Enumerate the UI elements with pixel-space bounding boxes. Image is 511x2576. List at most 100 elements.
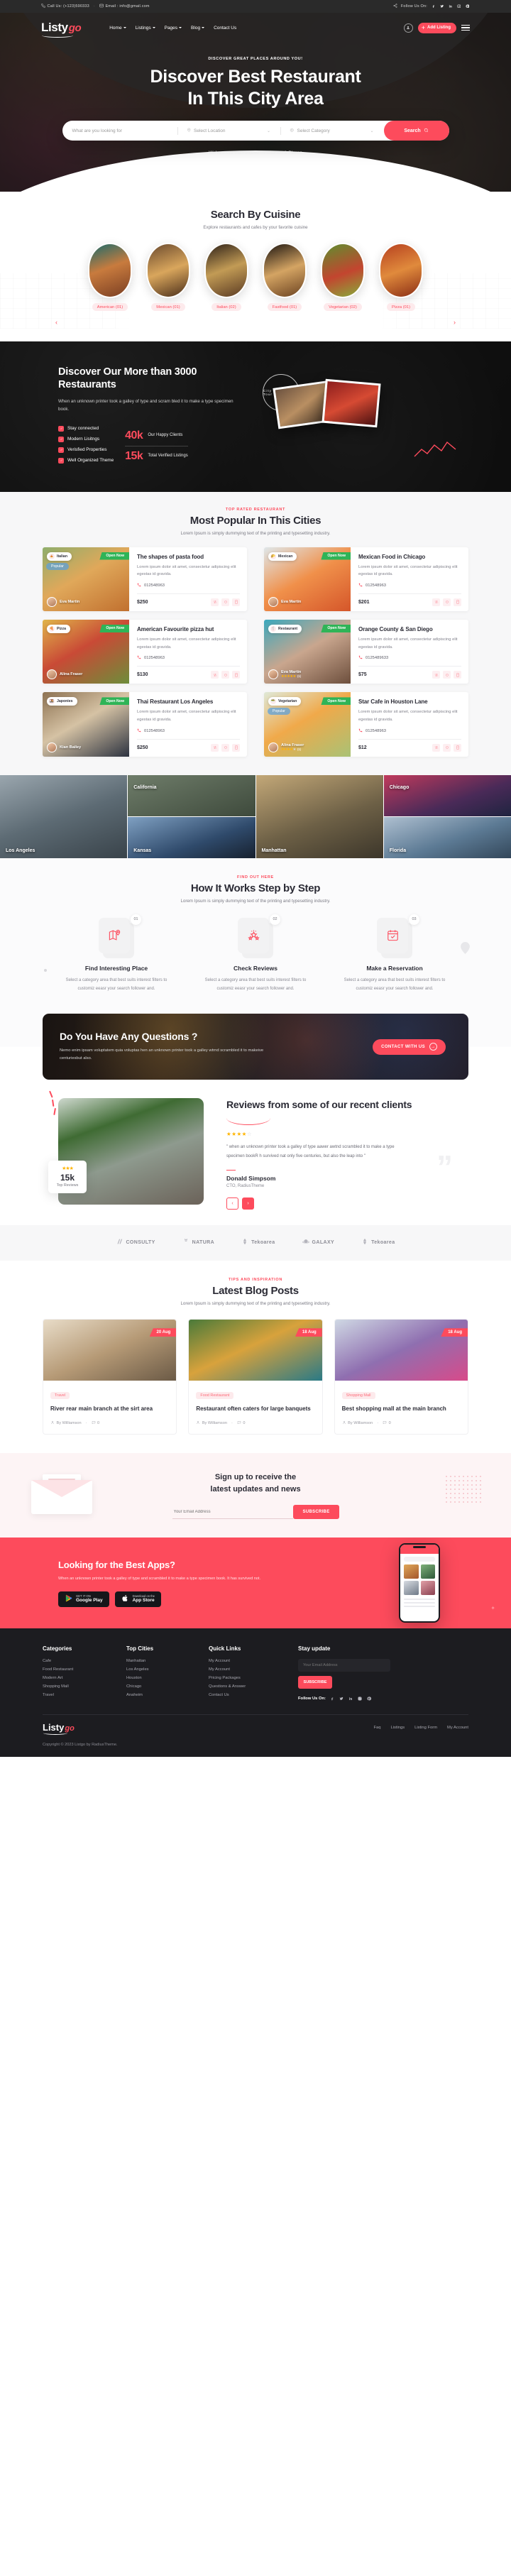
city-card-kansas[interactable]: Kansas	[128, 816, 256, 858]
post-title[interactable]: River rear main branch at the sirt area	[50, 1405, 169, 1413]
favorite-heart-icon[interactable]	[443, 743, 451, 752]
reviews-next-button[interactable]: ›	[242, 1197, 254, 1210]
cuisine-item-vegetarian[interactable]: Vegetarian (02)	[321, 243, 365, 312]
listing-title[interactable]: Star Cafe in Houston Lane	[358, 698, 461, 705]
footer-link[interactable]: Manhattan	[126, 1659, 194, 1663]
bookmark-icon[interactable]	[454, 671, 461, 679]
footer-bottom-link[interactable]: Listing Form	[414, 1726, 437, 1730]
listing-title[interactable]: American Favourite pizza hut	[137, 626, 240, 632]
favorite-heart-icon[interactable]	[221, 671, 229, 679]
favorite-heart-icon[interactable]	[443, 671, 451, 679]
category-pill[interactable]: 🍴 Restaurant	[268, 624, 302, 633]
favorite-heart-icon[interactable]	[221, 743, 229, 752]
cuisine-item-fastfood[interactable]: Fastfood (01)	[263, 243, 307, 312]
instagram-icon[interactable]	[456, 4, 461, 9]
twitter-icon[interactable]	[439, 4, 444, 9]
bookmark-icon[interactable]	[454, 743, 461, 752]
newsletter-email-input[interactable]	[172, 1505, 294, 1520]
listing-phone[interactable]: 012548963	[358, 583, 461, 588]
bookmark-icon[interactable]	[232, 671, 240, 679]
compare-icon[interactable]	[432, 671, 440, 679]
carousel-prev-icon[interactable]: ‹	[55, 319, 57, 326]
cuisine-item-american[interactable]: American (01)	[88, 243, 132, 312]
post-title[interactable]: Restaurant often caters for large banque…	[196, 1405, 314, 1413]
compare-icon[interactable]	[211, 743, 219, 752]
footer-link[interactable]: Questions & Answer	[209, 1684, 284, 1689]
nav-item-home[interactable]: Home	[109, 26, 126, 31]
listing-author[interactable]: Eva Martin	[268, 596, 301, 607]
footer-link[interactable]: Houston	[126, 1676, 194, 1680]
post-category[interactable]: Shopping Mall	[341, 1392, 375, 1400]
bookmark-icon[interactable]	[232, 598, 240, 606]
footer-link[interactable]: Cafe	[43, 1659, 112, 1663]
twitter-icon[interactable]	[339, 1696, 344, 1701]
footer-bottom-link[interactable]: Faq	[373, 1726, 380, 1730]
brand-galaxy[interactable]: GALAXY	[302, 1238, 335, 1246]
category-pill[interactable]: 🍕 Pizza	[47, 624, 70, 633]
listing-phone[interactable]: 012548963	[137, 728, 240, 734]
listing-phone[interactable]: 0125489633	[358, 655, 461, 661]
instagram-icon[interactable]	[358, 1696, 363, 1701]
facebook-icon[interactable]	[431, 4, 436, 9]
favorite-heart-icon[interactable]	[443, 598, 451, 606]
footer-link[interactable]: Contact Us	[209, 1693, 284, 1697]
footer-link[interactable]: Pricing Packages	[209, 1676, 284, 1680]
bookmark-icon[interactable]	[454, 598, 461, 606]
reviews-prev-button[interactable]: ‹	[226, 1197, 238, 1210]
footer-bottom-link[interactable]: My Account	[447, 1726, 468, 1730]
category-pill[interactable]: 🍝 Italian	[47, 552, 72, 561]
favorite-heart-icon[interactable]	[221, 598, 229, 606]
listing-card[interactable]: 🍕 Pizza Open Now Alina Fraser American F…	[43, 619, 247, 684]
search-keyword-field[interactable]: What are you looking for	[72, 121, 177, 141]
pinterest-icon[interactable]	[465, 4, 470, 9]
listing-title[interactable]: The shapes of pasta food	[137, 554, 240, 560]
brand-consulty[interactable]: CONSULTY	[116, 1238, 155, 1246]
listing-card[interactable]: 🥗 Vegetarian Open Now Popular Alina Fras…	[264, 692, 468, 757]
city-card-florida[interactable]: Florida	[383, 816, 511, 858]
google-play-button[interactable]: GET IT ON Google Play	[58, 1591, 109, 1607]
cuisine-item-italian[interactable]: Italian (02)	[204, 243, 248, 312]
compare-icon[interactable]	[211, 671, 219, 679]
listing-author[interactable]: Eva Martin ★★★★★ (1)	[268, 669, 301, 680]
listing-author[interactable]: Eva Martin	[47, 596, 79, 607]
cuisine-item-mexican[interactable]: Mexican (01)	[146, 243, 190, 312]
listing-card[interactable]: 🍴 Restaurant Open Now Eva Martin ★★★★★ (1…	[264, 619, 468, 684]
search-button[interactable]: Search	[383, 121, 449, 141]
listing-author[interactable]: Kian Bailey	[47, 742, 81, 752]
footer-link[interactable]: Food Restaurant	[43, 1667, 112, 1672]
listing-phone[interactable]: 012548963	[137, 583, 240, 588]
pinterest-icon[interactable]	[367, 1696, 372, 1701]
listing-author[interactable]: Alina Fraser	[47, 669, 82, 680]
listing-title[interactable]: Orange County & San Diego	[358, 626, 461, 632]
footer-link[interactable]: My Account	[209, 1667, 284, 1672]
blog-post-card[interactable]: 18 Aug Shopping Mall Best shopping mall …	[334, 1319, 468, 1435]
listing-card[interactable]: 🌮 Mexican Open Now Eva Martin Mexican Fo…	[264, 547, 468, 611]
bookmark-icon[interactable]	[232, 743, 240, 752]
category-pill[interactable]: 🥗 Vegetarian	[268, 697, 302, 706]
brand-tekoarea-1[interactable]: Tekoarea	[241, 1238, 275, 1246]
add-listing-button[interactable]: + Add Listing	[417, 22, 456, 33]
footer-link[interactable]: Chicago	[126, 1684, 194, 1689]
nav-item-contact-us[interactable]: Contact Us	[214, 26, 236, 31]
footer-email-input[interactable]	[298, 1659, 390, 1672]
listing-card[interactable]: 🍱 Japonies Open Now Kian Bailey Thai Res…	[43, 692, 247, 757]
compare-icon[interactable]	[211, 598, 219, 606]
linkedin-icon[interactable]	[448, 4, 453, 9]
footer-link[interactable]: Modern Art	[43, 1676, 112, 1680]
footer-logo[interactable]: Listy go	[43, 1722, 75, 1736]
carousel-next-icon[interactable]: ›	[454, 319, 456, 326]
contact-with-us-button[interactable]: CONTACT WITH US →	[373, 1038, 446, 1055]
footer-subscribe-button[interactable]: SUBSCRIBE	[298, 1676, 332, 1689]
city-card-los-angeles[interactable]: Los Angeles	[0, 774, 128, 858]
cuisine-item-pizza[interactable]: Pizza (01)	[379, 243, 423, 312]
city-card-manhattan[interactable]: Manhattan	[256, 774, 383, 858]
app-store-button[interactable]: Download on the App Store	[114, 1591, 162, 1607]
site-logo[interactable]: Listy go	[41, 21, 82, 38]
listing-title[interactable]: Thai Restaurant Los Angeles	[137, 698, 240, 705]
category-pill[interactable]: 🍱 Japonies	[47, 697, 77, 706]
footer-link[interactable]: Anaheim	[126, 1693, 194, 1697]
listing-phone[interactable]: 012548963	[358, 728, 461, 734]
compare-icon[interactable]	[432, 743, 440, 752]
nav-item-blog[interactable]: Blog	[191, 26, 205, 31]
nav-item-listings[interactable]: Listings	[136, 26, 155, 31]
